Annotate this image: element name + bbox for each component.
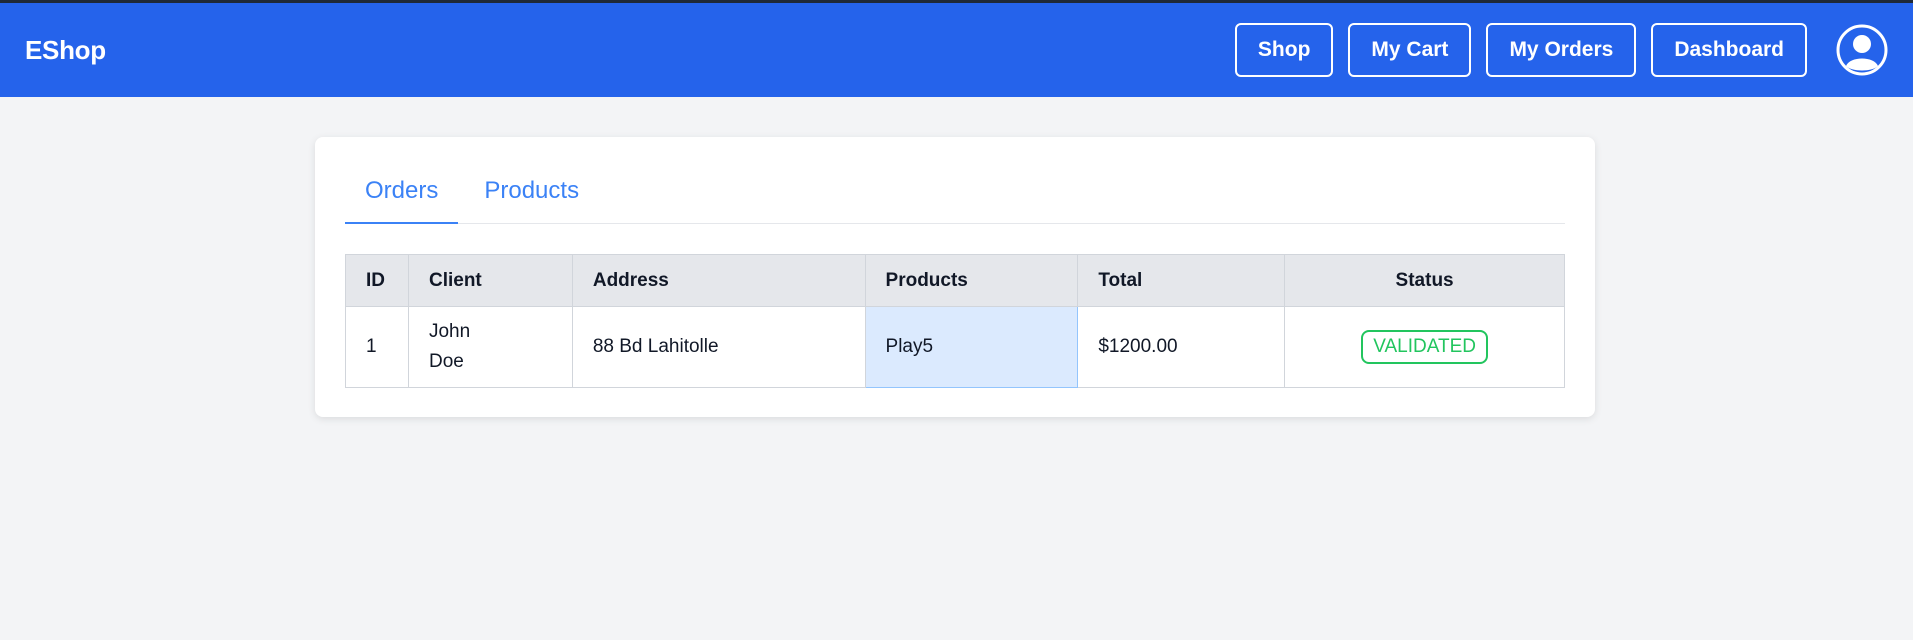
header-client: Client <box>407 254 573 307</box>
header-id: ID <box>345 254 409 307</box>
orders-panel: Orders Products ID Client Address Produc… <box>315 137 1595 417</box>
shop-button[interactable]: Shop <box>1234 23 1334 77</box>
dashboard-button[interactable]: Dashboard <box>1651 23 1807 77</box>
client-name: John Doe <box>428 321 471 372</box>
cell-products[interactable]: Play5 <box>864 306 1079 388</box>
header-address: Address <box>571 254 866 307</box>
cell-total: $1200.00 <box>1077 306 1286 388</box>
status-badge: VALIDATED <box>1361 330 1488 364</box>
table-header-row: ID Client Address Products Total Status <box>345 254 1565 307</box>
cell-id: 1 <box>345 306 409 388</box>
brand-logo[interactable]: EShop <box>25 35 106 66</box>
tab-bar: Orders Products <box>345 167 1565 224</box>
orders-table: ID Client Address Products Total Status … <box>345 254 1565 388</box>
cell-client: John Doe <box>407 306 573 388</box>
tab-orders[interactable]: Orders <box>345 167 459 224</box>
cell-address: 88 Bd Lahitolle <box>571 306 866 388</box>
tab-products[interactable]: Products <box>464 167 599 224</box>
nav-menu: Shop My Cart My Orders Dashboard <box>1220 23 1888 77</box>
cell-status: VALIDATED <box>1284 306 1565 388</box>
header-products: Products <box>864 254 1079 307</box>
table-row[interactable]: 1 John Doe 88 Bd Lahitolle Play5 $1200.0… <box>345 306 1565 388</box>
user-circle-icon[interactable] <box>1836 24 1888 76</box>
header-total: Total <box>1077 254 1286 307</box>
my-cart-button[interactable]: My Cart <box>1348 23 1472 77</box>
navbar: EShop Shop My Cart My Orders Dashboard <box>0 3 1913 97</box>
header-status: Status <box>1284 254 1565 307</box>
my-orders-button[interactable]: My Orders <box>1486 23 1637 77</box>
